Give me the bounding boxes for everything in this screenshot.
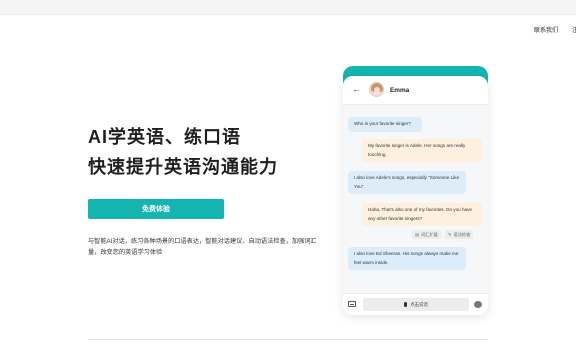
nav-contact-link[interactable]: 联系我们 (534, 25, 558, 34)
chat-header: ← Emma (343, 76, 488, 105)
phone-mockup: ← Emma Who is your favorite singer? My f… (343, 76, 488, 315)
hold-to-talk-label: 点击说话 (410, 301, 428, 307)
free-trial-button[interactable]: 免费体验 (88, 199, 224, 219)
vocab-expand-chip[interactable]: ▤ 词汇扩展 (412, 230, 441, 239)
chat-message-user: Haha, That's also one of my favorites. D… (362, 203, 482, 226)
book-icon: ▤ (415, 232, 419, 237)
grammar-check-chip[interactable]: ✎ 语法检查 (445, 230, 474, 239)
keyboard-icon[interactable] (348, 301, 356, 307)
top-bar (0, 0, 576, 15)
chat-message-bot: Who is your favorite singer? (348, 117, 422, 132)
hero-title-line2: 快速提升英语沟通能力 (88, 157, 278, 177)
chat-message-bot: I also love Adele's songs, especially "S… (348, 171, 466, 194)
hold-to-talk-button[interactable]: 点击说话 (363, 298, 469, 311)
microphone-icon (404, 302, 408, 307)
emoji-icon[interactable] (474, 301, 482, 308)
chat-input-bar: 点击说话 (343, 293, 488, 315)
chat-message-user: My favorite singer is Adele. Her songs a… (362, 139, 482, 162)
grammar-check-label: 语法检查 (453, 231, 471, 237)
chat-message-bot: I also love Ed Sheeran. His songs always… (348, 247, 466, 270)
hero-title-line1: AI学英语、练口语 (88, 127, 241, 147)
wand-icon: ✎ (448, 232, 452, 237)
hero-description: 与智能AI对话，练习各种场景的口语表达，智能对话建议、自动语法检查，加强词汇量，… (88, 238, 317, 256)
section-divider (88, 339, 488, 340)
vocab-expand-label: 词汇扩展 (420, 231, 438, 237)
avatar (369, 82, 384, 97)
chat-contact-name: Emma (390, 87, 410, 94)
nav-link-partial[interactable]: 注 (572, 25, 576, 34)
back-arrow-icon[interactable]: ← (352, 85, 361, 94)
